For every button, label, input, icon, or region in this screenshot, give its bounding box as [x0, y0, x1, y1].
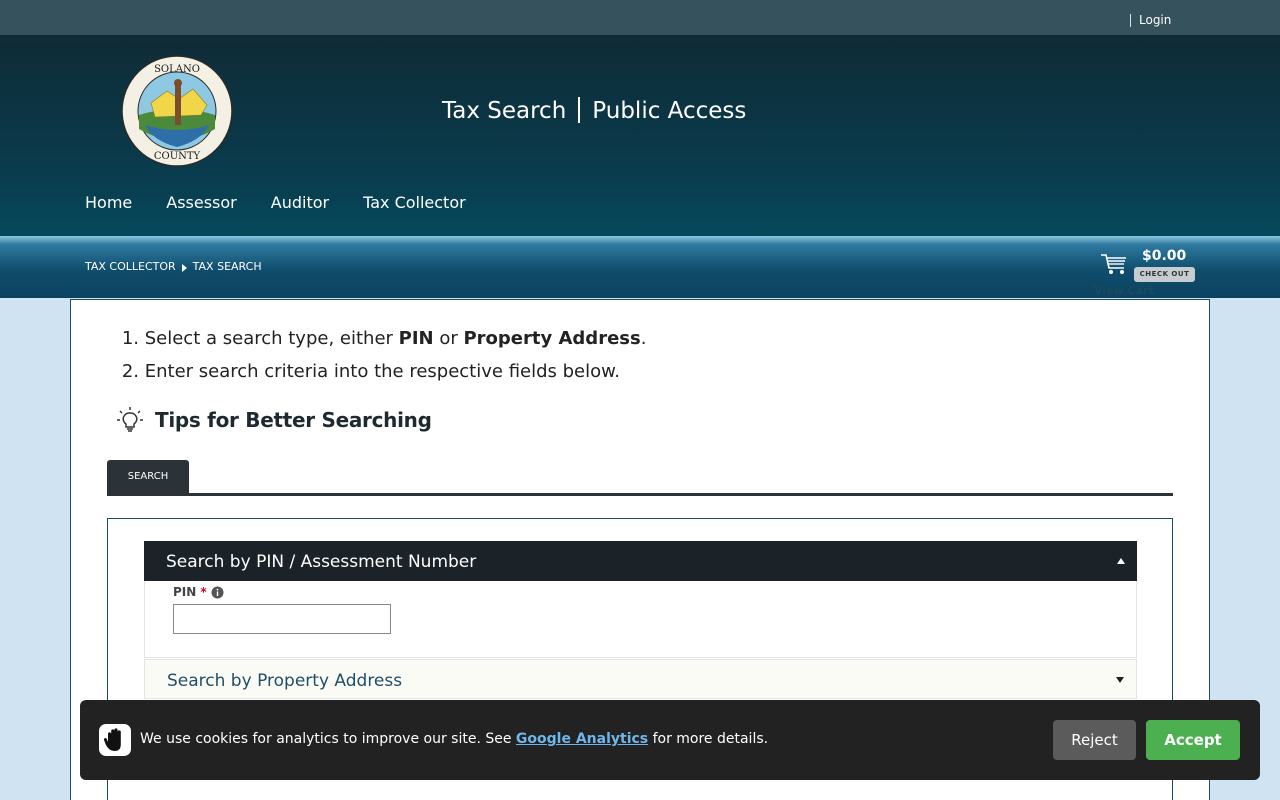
view-cart-link[interactable]: View Cart [1094, 284, 1154, 297]
pin-field-label: PIN * [173, 585, 224, 599]
caret-right-icon [181, 263, 187, 272]
cookie-banner: We use cookies for analytics to improve … [80, 700, 1260, 780]
cookie-text: for more details. [648, 731, 769, 747]
pin-panel-body: PIN * [144, 581, 1137, 658]
step-number: 2. [121, 361, 139, 382]
breadcrumb-item-tax-collector[interactable]: TAX COLLECTOR [85, 260, 176, 273]
step-bold-address: Property Address [463, 328, 641, 349]
step-text: Select a search type, either [144, 328, 399, 349]
pin-input[interactable] [173, 604, 391, 634]
cookie-text: We use cookies for analytics to improve … [140, 731, 516, 747]
tips-toggle[interactable]: Tips for Better Searching [115, 405, 432, 435]
divider [1130, 14, 1131, 27]
shopping-cart[interactable]: $0.00 CHECK OUT View Cart [1094, 242, 1204, 297]
step-text: or [433, 328, 464, 349]
site-title-sub: Public Access [592, 98, 747, 124]
logo-text-top: SOLANO [154, 64, 200, 75]
logo-text-bottom: COUNTY [154, 151, 201, 162]
tab-bar: SEARCH [107, 460, 1173, 496]
breadcrumb-bar: TAX COLLECTOR TAX SEARCH $0.00 CHECK OUT… [0, 236, 1280, 298]
chevron-up-icon [1117, 558, 1125, 564]
checkout-button[interactable]: CHECK OUT [1134, 267, 1195, 282]
county-seal-logo[interactable]: SOLANO COUNTY [121, 55, 233, 167]
step-bold-pin: PIN [398, 328, 434, 349]
breadcrumb: TAX COLLECTOR TAX SEARCH [85, 260, 262, 273]
reject-button[interactable]: Reject [1053, 720, 1136, 760]
tab-search[interactable]: SEARCH [107, 460, 189, 494]
nav-item-home[interactable]: Home [85, 193, 132, 212]
title-divider [578, 97, 581, 123]
nav-item-tax-collector[interactable]: Tax Collector [363, 193, 466, 212]
login-link[interactable]: Login [1139, 13, 1171, 27]
instructions-list: 1. Select a search type, either PIN or P… [115, 322, 647, 388]
cookie-message: We use cookies for analytics to improve … [140, 731, 768, 747]
hand-stop-icon [99, 724, 131, 756]
address-panel-header[interactable]: Search by Property Address [144, 659, 1137, 699]
cart-total: $0.00 [1142, 248, 1187, 264]
instruction-step-2: 2. Enter search criteria into the respec… [115, 355, 646, 388]
required-marker: * [200, 585, 207, 599]
breadcrumb-item-tax-search: TAX SEARCH [192, 260, 262, 273]
step-text: . [640, 328, 647, 349]
google-analytics-link[interactable]: Google Analytics [516, 731, 648, 747]
accept-button[interactable]: Accept [1146, 720, 1240, 760]
tips-label: Tips for Better Searching [155, 408, 432, 432]
pin-label-text: PIN [173, 585, 197, 599]
site-title-main: Tax Search [442, 98, 567, 124]
cart-icon [1101, 254, 1126, 274]
site-title: Tax Search Public Access [442, 97, 746, 124]
main-navigation: Home Assessor Auditor Tax Collector [85, 193, 466, 212]
site-header: SOLANO COUNTY Tax Search Public Access Ho… [0, 35, 1280, 236]
address-panel-title: Search by Property Address [167, 671, 403, 691]
step-number: 1. [121, 328, 139, 349]
pin-panel-header[interactable]: Search by PIN / Assessment Number [144, 541, 1137, 581]
instruction-step-1: 1. Select a search type, either PIN or P… [115, 322, 647, 355]
lightbulb-icon [117, 407, 143, 432]
info-icon[interactable] [211, 586, 224, 599]
top-utility-bar: Login [0, 0, 1280, 35]
chevron-down-icon [1116, 677, 1124, 683]
nav-item-auditor[interactable]: Auditor [271, 193, 329, 212]
step-text: Enter search criteria into the respectiv… [144, 361, 620, 382]
nav-item-assessor[interactable]: Assessor [166, 193, 237, 212]
pin-panel-title: Search by PIN / Assessment Number [166, 552, 477, 572]
